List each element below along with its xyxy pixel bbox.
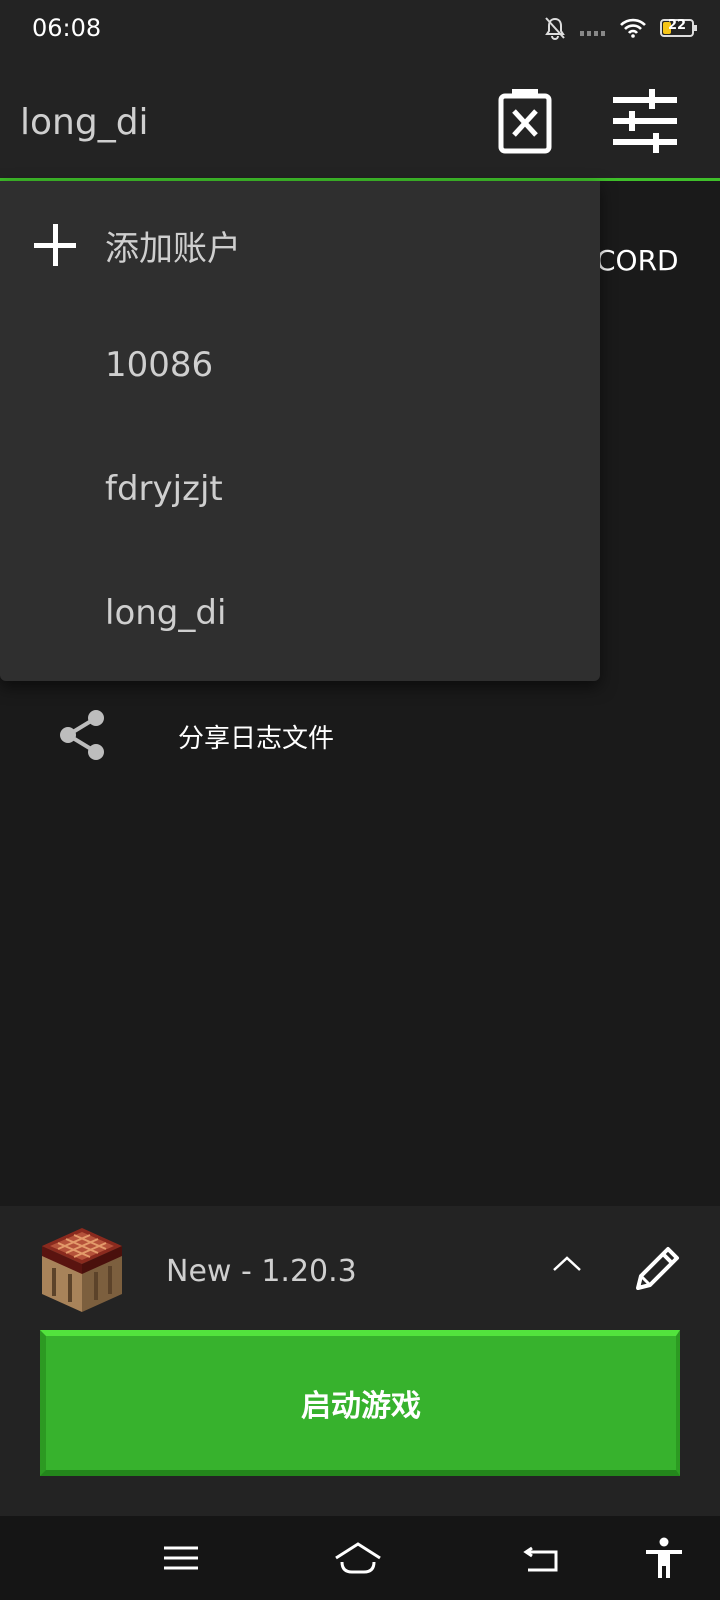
status-icons: 22 — [544, 16, 697, 40]
share-icon — [60, 710, 104, 760]
crafting-table-icon — [42, 1228, 122, 1312]
menu-icon[interactable] — [158, 1536, 206, 1580]
signal-icon — [580, 31, 605, 36]
account-item[interactable]: long_di — [0, 553, 600, 677]
account-item[interactable]: fdryjzjt — [0, 429, 600, 553]
account-item-label: 10086 — [105, 345, 214, 385]
account-item[interactable]: 10086 — [0, 305, 600, 429]
launch-game-label: 启动游戏 — [301, 1389, 421, 1424]
delete-file-icon — [498, 89, 552, 154]
account-dropdown-menu: 添加账户 10086 fdryjzjt long_di — [0, 181, 600, 681]
wifi-icon — [620, 18, 646, 38]
add-account-label: 添加账户 — [105, 229, 241, 269]
current-account-name[interactable]: long_di — [20, 102, 149, 143]
sliders-icon — [613, 89, 677, 153]
accessibility-icon[interactable] — [640, 1536, 688, 1580]
bell-muted-icon — [545, 17, 565, 40]
battery-level: 22 — [667, 18, 687, 33]
settings-button[interactable] — [610, 86, 680, 156]
chevron-up-icon[interactable] — [552, 1254, 582, 1274]
account-item-label: long_di — [105, 593, 227, 633]
version-label: New - 1.20.3 — [166, 1254, 357, 1289]
edit-pencil-icon[interactable] — [632, 1242, 684, 1294]
version-selector[interactable]: New - 1.20.3 — [0, 1206, 720, 1326]
back-icon[interactable] — [522, 1536, 570, 1580]
launch-game-button[interactable]: 启动游戏 — [40, 1330, 680, 1476]
share-log-row[interactable]: 分享日志文件 — [56, 700, 656, 770]
home-icon[interactable] — [334, 1536, 382, 1580]
status-bar: 06:08 22 — [0, 0, 720, 56]
add-account-item[interactable]: 添加账户 — [0, 181, 600, 305]
plus-icon — [34, 224, 76, 266]
delete-account-button[interactable] — [490, 86, 560, 156]
app-bar: long_di — [0, 56, 720, 178]
status-time: 06:08 — [32, 14, 102, 42]
share-log-label: 分享日志文件 — [178, 724, 335, 754]
battery-icon: 22 — [660, 18, 697, 37]
discord-link-text[interactable]: CORD — [596, 244, 679, 277]
system-nav-bar — [0, 1516, 720, 1600]
account-item-label: fdryjzjt — [105, 469, 223, 509]
